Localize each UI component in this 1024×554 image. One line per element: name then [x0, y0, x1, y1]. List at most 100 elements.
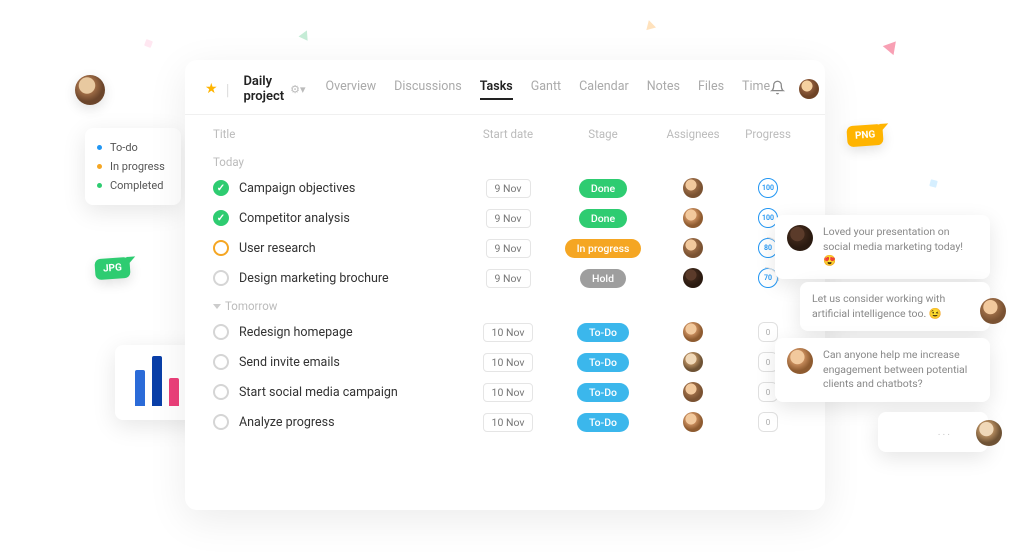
file-tag-jpg: JPG: [94, 257, 130, 280]
star-icon[interactable]: ★: [205, 81, 218, 97]
stage-badge[interactable]: Hold: [580, 269, 626, 288]
col-stage[interactable]: Stage: [553, 127, 653, 141]
col-start-date[interactable]: Start date: [463, 127, 553, 141]
divider: |: [226, 80, 230, 99]
task-title[interactable]: Competitor analysis: [239, 211, 463, 226]
group-label-tomorrow[interactable]: Tomorrow: [185, 293, 825, 317]
task-title[interactable]: Send invite emails: [239, 355, 463, 370]
project-title[interactable]: Daily project: [243, 74, 284, 104]
date-pill[interactable]: 9 Nov: [486, 239, 531, 258]
date-pill[interactable]: 10 Nov: [483, 413, 534, 432]
avatar: [787, 225, 813, 251]
date-pill[interactable]: 10 Nov: [483, 353, 534, 372]
tab-notes[interactable]: Notes: [647, 79, 680, 100]
avatar[interactable]: [683, 352, 703, 372]
gear-icon[interactable]: ⚙▾: [290, 83, 305, 96]
task-row[interactable]: Send invite emails 10 Nov To-Do 0: [185, 347, 825, 377]
dot-icon: [97, 145, 102, 150]
stage-badge[interactable]: To-Do: [577, 323, 629, 342]
task-title[interactable]: Redesign homepage: [239, 325, 463, 340]
task-row[interactable]: Competitor analysis 9 Nov Done 100: [185, 203, 825, 233]
chevron-down-icon: [213, 304, 221, 309]
legend-label: In progress: [110, 160, 165, 173]
typing-indicator-icon: ...: [938, 425, 952, 440]
avatar[interactable]: [683, 178, 703, 198]
confetti-triangle: [644, 19, 656, 30]
checkbox-open-icon[interactable]: [213, 354, 229, 370]
avatar[interactable]: [799, 79, 819, 99]
date-pill[interactable]: 10 Nov: [483, 383, 534, 402]
tab-discussions[interactable]: Discussions: [394, 79, 462, 100]
task-row[interactable]: Analyze progress 10 Nov To-Do 0: [185, 407, 825, 437]
avatar: [75, 75, 105, 105]
checkbox-progress-icon[interactable]: [213, 240, 229, 256]
comment-text: Let us consider working with artificial …: [812, 292, 950, 321]
col-title[interactable]: Title: [213, 127, 463, 141]
task-title[interactable]: Analyze progress: [239, 415, 463, 430]
task-row[interactable]: Campaign objectives 9 Nov Done 100: [185, 173, 825, 203]
checkbox-done-icon[interactable]: [213, 210, 229, 226]
avatar[interactable]: [683, 412, 703, 432]
date-pill[interactable]: 9 Nov: [486, 179, 531, 198]
stage-badge[interactable]: To-Do: [577, 353, 629, 372]
dot-icon: [97, 183, 102, 188]
comment-bubble: ...: [878, 412, 988, 452]
stage-badge[interactable]: Done: [579, 179, 627, 198]
task-title[interactable]: User research: [239, 241, 463, 256]
legend-label: To-do: [110, 141, 138, 154]
date-pill[interactable]: 10 Nov: [483, 323, 534, 342]
stage-badge[interactable]: To-Do: [577, 383, 629, 402]
checkbox-open-icon[interactable]: [213, 414, 229, 430]
checkbox-open-icon[interactable]: [213, 270, 229, 286]
avatar[interactable]: [683, 268, 703, 288]
col-progress[interactable]: Progress: [733, 127, 803, 141]
task-title[interactable]: Campaign objectives: [239, 181, 463, 196]
chart-bar: [169, 378, 179, 406]
avatar: [787, 348, 813, 374]
stage-badge[interactable]: To-Do: [577, 413, 629, 432]
legend-item: Completed: [97, 176, 165, 195]
avatar[interactable]: [683, 238, 703, 258]
progress-zero: 0: [758, 412, 778, 432]
tab-tasks[interactable]: Tasks: [480, 79, 513, 100]
task-title[interactable]: Design marketing brochure: [239, 271, 463, 286]
task-row[interactable]: Design marketing brochure 9 Nov Hold 70: [185, 263, 825, 293]
date-pill[interactable]: 9 Nov: [486, 209, 531, 228]
group-label-today[interactable]: Today: [185, 149, 825, 173]
app-window: ★ | Daily project ⚙▾ Overview Discussion…: [185, 60, 825, 510]
checkbox-open-icon[interactable]: [213, 384, 229, 400]
stage-badge[interactable]: Done: [579, 209, 627, 228]
col-assignees[interactable]: Assignees: [653, 127, 733, 141]
tab-gantt[interactable]: Gantt: [531, 79, 561, 100]
comment-bubble: Loved your presentation on social media …: [775, 215, 990, 279]
dot-icon: [97, 164, 102, 169]
date-pill[interactable]: 9 Nov: [486, 269, 531, 288]
comment-bubble: Let us consider working with artificial …: [800, 282, 990, 331]
comment-bubble: Can anyone help me increase engagement b…: [775, 338, 990, 402]
tab-files[interactable]: Files: [698, 79, 724, 100]
progress-zero: 0: [758, 322, 778, 342]
checkbox-done-icon[interactable]: [213, 180, 229, 196]
tab-overview[interactable]: Overview: [326, 79, 377, 100]
avatar[interactable]: [683, 208, 703, 228]
avatar: [980, 298, 1006, 324]
tab-calendar[interactable]: Calendar: [579, 79, 629, 100]
legend-item: In progress: [97, 157, 165, 176]
tab-time[interactable]: Time: [742, 79, 770, 100]
stage-badge[interactable]: In progress: [565, 239, 642, 258]
progress-ring: 100: [758, 178, 778, 198]
chart-bar: [152, 356, 162, 406]
avatar[interactable]: [683, 382, 703, 402]
confetti-triangle: [883, 37, 901, 55]
task-row[interactable]: Start social media campaign 10 Nov To-Do…: [185, 377, 825, 407]
checkbox-open-icon[interactable]: [213, 324, 229, 340]
bell-icon[interactable]: [770, 80, 785, 99]
task-row[interactable]: Redesign homepage 10 Nov To-Do 0: [185, 317, 825, 347]
column-headers: Title Start date Stage Assignees Progres…: [185, 115, 825, 149]
legend-item: To-do: [97, 138, 165, 157]
confetti-triangle: [299, 28, 312, 40]
avatar[interactable]: [683, 322, 703, 342]
task-title[interactable]: Start social media campaign: [239, 385, 463, 400]
task-row[interactable]: User research 9 Nov In progress 80: [185, 233, 825, 263]
chart-bar: [135, 370, 145, 406]
